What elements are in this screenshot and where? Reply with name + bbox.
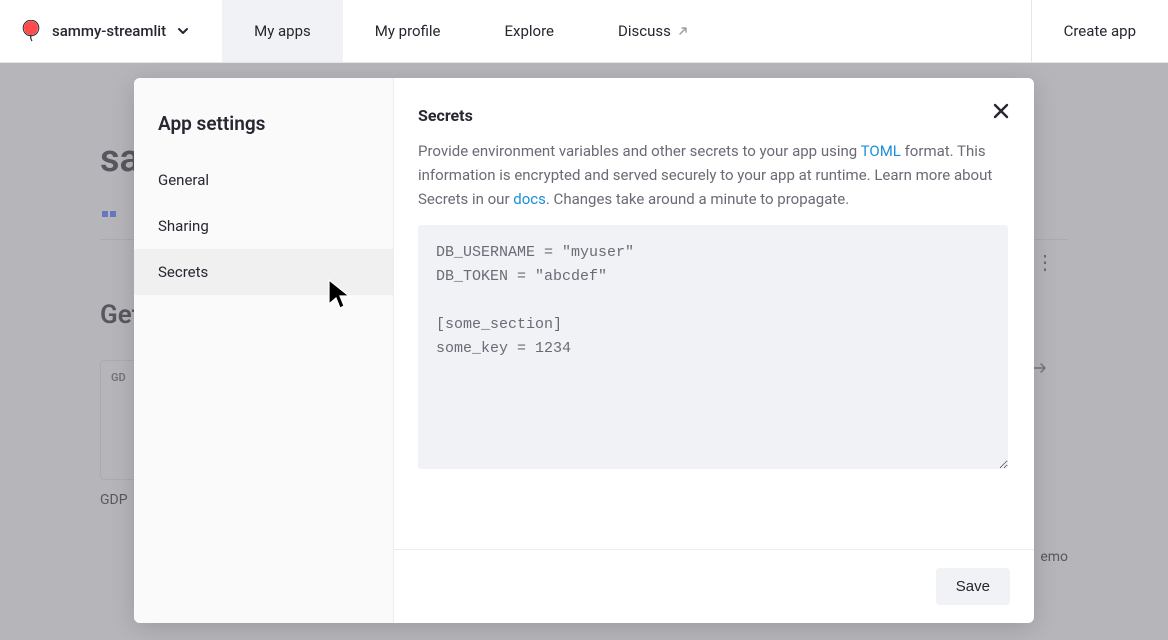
sidebar-item-label: Sharing bbox=[158, 217, 209, 235]
workspace-name: sammy-streamlit bbox=[52, 22, 166, 40]
streamlit-balloon-icon bbox=[20, 20, 42, 42]
nav-label: Explore bbox=[505, 22, 555, 40]
desc-text: . Changes take around a minute to propag… bbox=[546, 190, 849, 208]
modal-overlay[interactable]: App settings General Sharing Secrets Sec… bbox=[0, 63, 1168, 640]
close-button[interactable] bbox=[988, 98, 1014, 128]
nav-label: Discuss bbox=[618, 22, 671, 40]
secrets-heading: Secrets bbox=[418, 106, 1008, 125]
modal-sidebar: App settings General Sharing Secrets bbox=[134, 78, 394, 623]
sidebar-item-label: General bbox=[158, 171, 209, 189]
app-settings-modal: App settings General Sharing Secrets Sec… bbox=[134, 78, 1034, 623]
nav-my-apps[interactable]: My apps bbox=[222, 0, 343, 62]
nav-discuss[interactable]: Discuss bbox=[586, 0, 721, 62]
modal-title: App settings bbox=[134, 102, 393, 157]
workspace-selector[interactable]: sammy-streamlit bbox=[20, 0, 210, 62]
desc-text: Provide environment variables and other … bbox=[418, 142, 861, 160]
nav-items: My apps My profile Explore Discuss bbox=[222, 0, 721, 62]
chevron-down-icon bbox=[176, 24, 190, 38]
modal-footer: Save bbox=[394, 549, 1034, 623]
external-link-icon bbox=[677, 25, 689, 37]
sidebar-item-general[interactable]: General bbox=[134, 157, 393, 203]
save-button[interactable]: Save bbox=[936, 568, 1010, 605]
nav-explore[interactable]: Explore bbox=[473, 0, 587, 62]
secrets-textarea[interactable] bbox=[418, 225, 1008, 469]
save-label: Save bbox=[956, 578, 990, 595]
close-icon bbox=[992, 105, 1010, 124]
create-app-label: Create app bbox=[1064, 22, 1136, 40]
sidebar-item-secrets[interactable]: Secrets bbox=[134, 249, 393, 295]
docs-link[interactable]: docs bbox=[513, 190, 546, 208]
sidebar-item-sharing[interactable]: Sharing bbox=[134, 203, 393, 249]
toml-link[interactable]: TOML bbox=[861, 142, 901, 160]
modal-body: Secrets Provide environment variables an… bbox=[394, 78, 1034, 549]
secrets-description: Provide environment variables and other … bbox=[418, 139, 1008, 211]
nav-label: My apps bbox=[254, 22, 311, 40]
nav-my-profile[interactable]: My profile bbox=[343, 0, 473, 62]
create-app-button[interactable]: Create app bbox=[1031, 0, 1168, 62]
modal-content: Secrets Provide environment variables an… bbox=[394, 78, 1034, 623]
top-navbar: sammy-streamlit My apps My profile Explo… bbox=[0, 0, 1168, 63]
nav-label: My profile bbox=[375, 22, 441, 40]
sidebar-item-label: Secrets bbox=[158, 263, 208, 281]
